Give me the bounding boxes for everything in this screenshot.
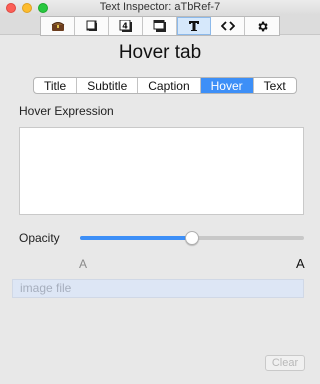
tab-text[interactable]: Text (254, 78, 296, 93)
code-brackets-icon (220, 21, 235, 31)
page-title: Hover tab (118, 42, 202, 63)
note-icon (86, 20, 97, 31)
opacity-min-label: A (79, 257, 88, 271)
tab-caption[interactable]: Caption (138, 78, 201, 93)
tool-plot[interactable]: 4 (109, 17, 143, 35)
opacity-max-label: A (296, 256, 305, 271)
tab-hover[interactable]: Hover (200, 78, 254, 93)
tab-title[interactable]: Title (34, 78, 78, 93)
gear-icon (257, 21, 268, 31)
opacity-slider-fill (80, 236, 192, 240)
number-four-icon: 4 (119, 20, 132, 32)
opacity-label: Opacity (19, 231, 60, 245)
window-title: Text Inspector: aTbRef-7 (99, 1, 221, 13)
tool-actions[interactable] (211, 17, 245, 35)
title-bar: Text Inspector: aTbRef-7 (0, 0, 320, 15)
hover-expression-input[interactable] (19, 127, 304, 215)
clear-button[interactable]: Clear (265, 355, 305, 371)
treasure-box-icon (51, 22, 64, 31)
hover-expression-label: Hover Expression (19, 104, 114, 118)
inspector-toolbar: 4 (0, 15, 320, 36)
opacity-slider[interactable] (80, 231, 304, 245)
tab-subtitle[interactable]: Subtitle (77, 78, 139, 93)
opacity-slider-thumb[interactable] (185, 231, 199, 245)
svg-text:4: 4 (122, 22, 128, 31)
image-file-field[interactable]: image file (12, 279, 304, 298)
tool-settings[interactable] (245, 17, 279, 35)
text-t-icon (189, 21, 199, 31)
tool-border[interactable] (143, 17, 177, 35)
tool-appearance[interactable] (75, 17, 109, 35)
shadow-box-icon (153, 20, 166, 32)
inspector-tool-group: 4 (40, 16, 280, 36)
tool-text[interactable] (177, 17, 211, 35)
tool-general[interactable] (41, 17, 75, 35)
tab-bar: Title Subtitle Caption Hover Text (33, 77, 297, 94)
